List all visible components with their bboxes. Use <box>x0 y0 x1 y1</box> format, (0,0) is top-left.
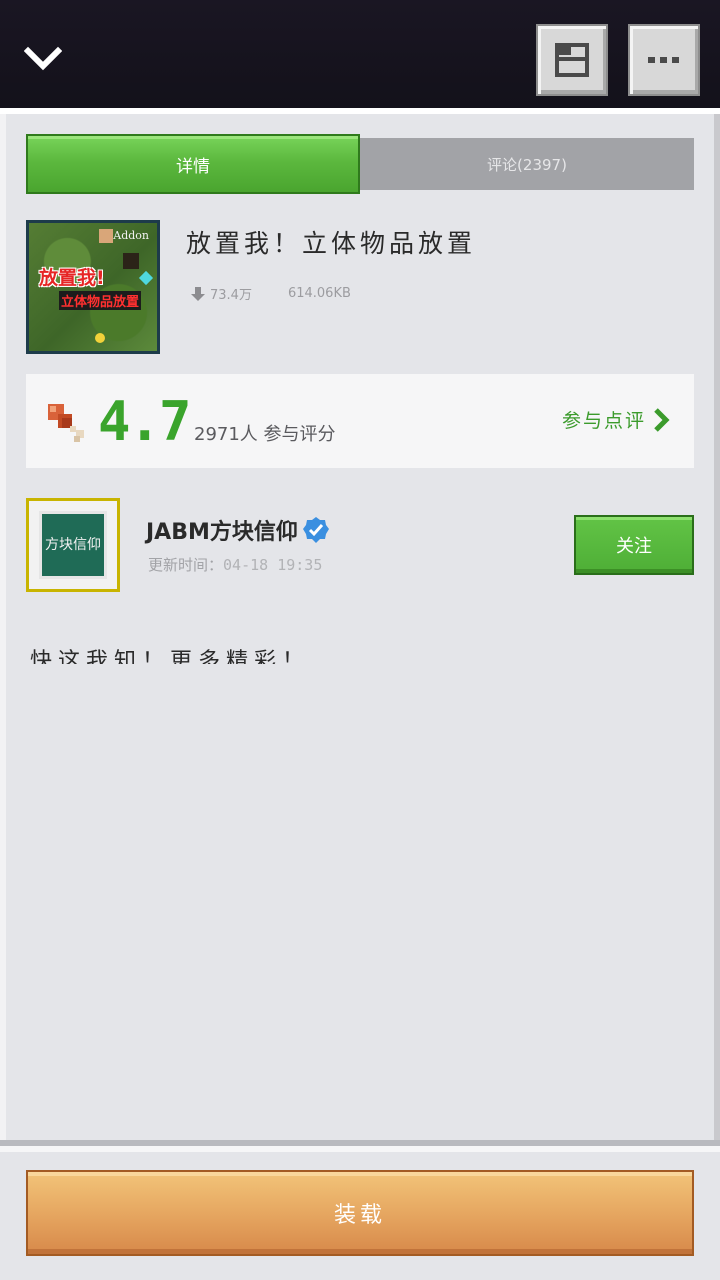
verified-badge-icon <box>302 517 329 543</box>
update-label: 更新时间： <box>148 556 224 574</box>
thumbnail-title: 放置我! <box>39 267 105 289</box>
tab-comments[interactable]: 评论(2397) <box>360 138 694 190</box>
thumbnail-subtitle: 立体物品放置 <box>59 291 142 310</box>
author-name: JABM方块信仰 <box>146 520 298 545</box>
load-button[interactable]: 装载 <box>26 1170 694 1256</box>
file-size: 614.06KB <box>287 286 351 301</box>
save-button[interactable] <box>536 24 608 96</box>
write-review-link[interactable]: 参与点评 <box>562 406 670 433</box>
update-info: 更新时间：04-18 19:35 <box>148 554 322 575</box>
rating-count: 2971人 参与评分 <box>194 424 336 445</box>
collapse-button[interactable] <box>18 36 68 82</box>
description-preview: 快这我知！更多精彩！ <box>30 648 670 664</box>
thumbnail-tag: Addon <box>113 229 149 242</box>
flower-icon <box>95 333 105 343</box>
more-button[interactable] <box>628 24 700 96</box>
cookie-icon <box>99 229 113 243</box>
chevron-down-icon <box>24 46 62 71</box>
block-icon <box>123 253 139 269</box>
chicken-leg-icon <box>48 404 84 442</box>
write-review-label: 参与点评 <box>561 410 646 432</box>
rating-card: 4.7 2971人 参与评分 参与点评 <box>26 374 694 468</box>
addon-title: 放置我！立体物品放置 <box>186 229 477 258</box>
avatar: 方块信仰 <box>39 511 107 579</box>
addon-meta: 73.4万 614.06KB <box>190 284 351 303</box>
detail-tabs: 详情 评论(2397) <box>26 134 694 194</box>
author-name-row[interactable]: JABM方块信仰 <box>146 514 330 546</box>
chevron-right-icon <box>654 407 670 432</box>
download-count: 73.4万 <box>210 288 252 303</box>
more-dots-icon <box>648 57 679 63</box>
tab-details[interactable]: 详情 <box>26 134 360 194</box>
follow-button[interactable]: 关注 <box>574 515 694 575</box>
rating-score: 4.7 <box>98 390 192 453</box>
diamond-icon <box>138 270 154 286</box>
author-avatar[interactable]: 方块信仰 <box>26 498 120 592</box>
top-bar <box>0 0 720 108</box>
addon-thumbnail[interactable]: Addon 放置我! 立体物品放置 <box>26 220 160 354</box>
update-time: 04-18 19:35 <box>223 556 323 574</box>
folder-save-icon <box>555 43 589 77</box>
description-text: 快这我知！更多精彩！ <box>30 649 311 664</box>
download-icon <box>191 286 205 301</box>
